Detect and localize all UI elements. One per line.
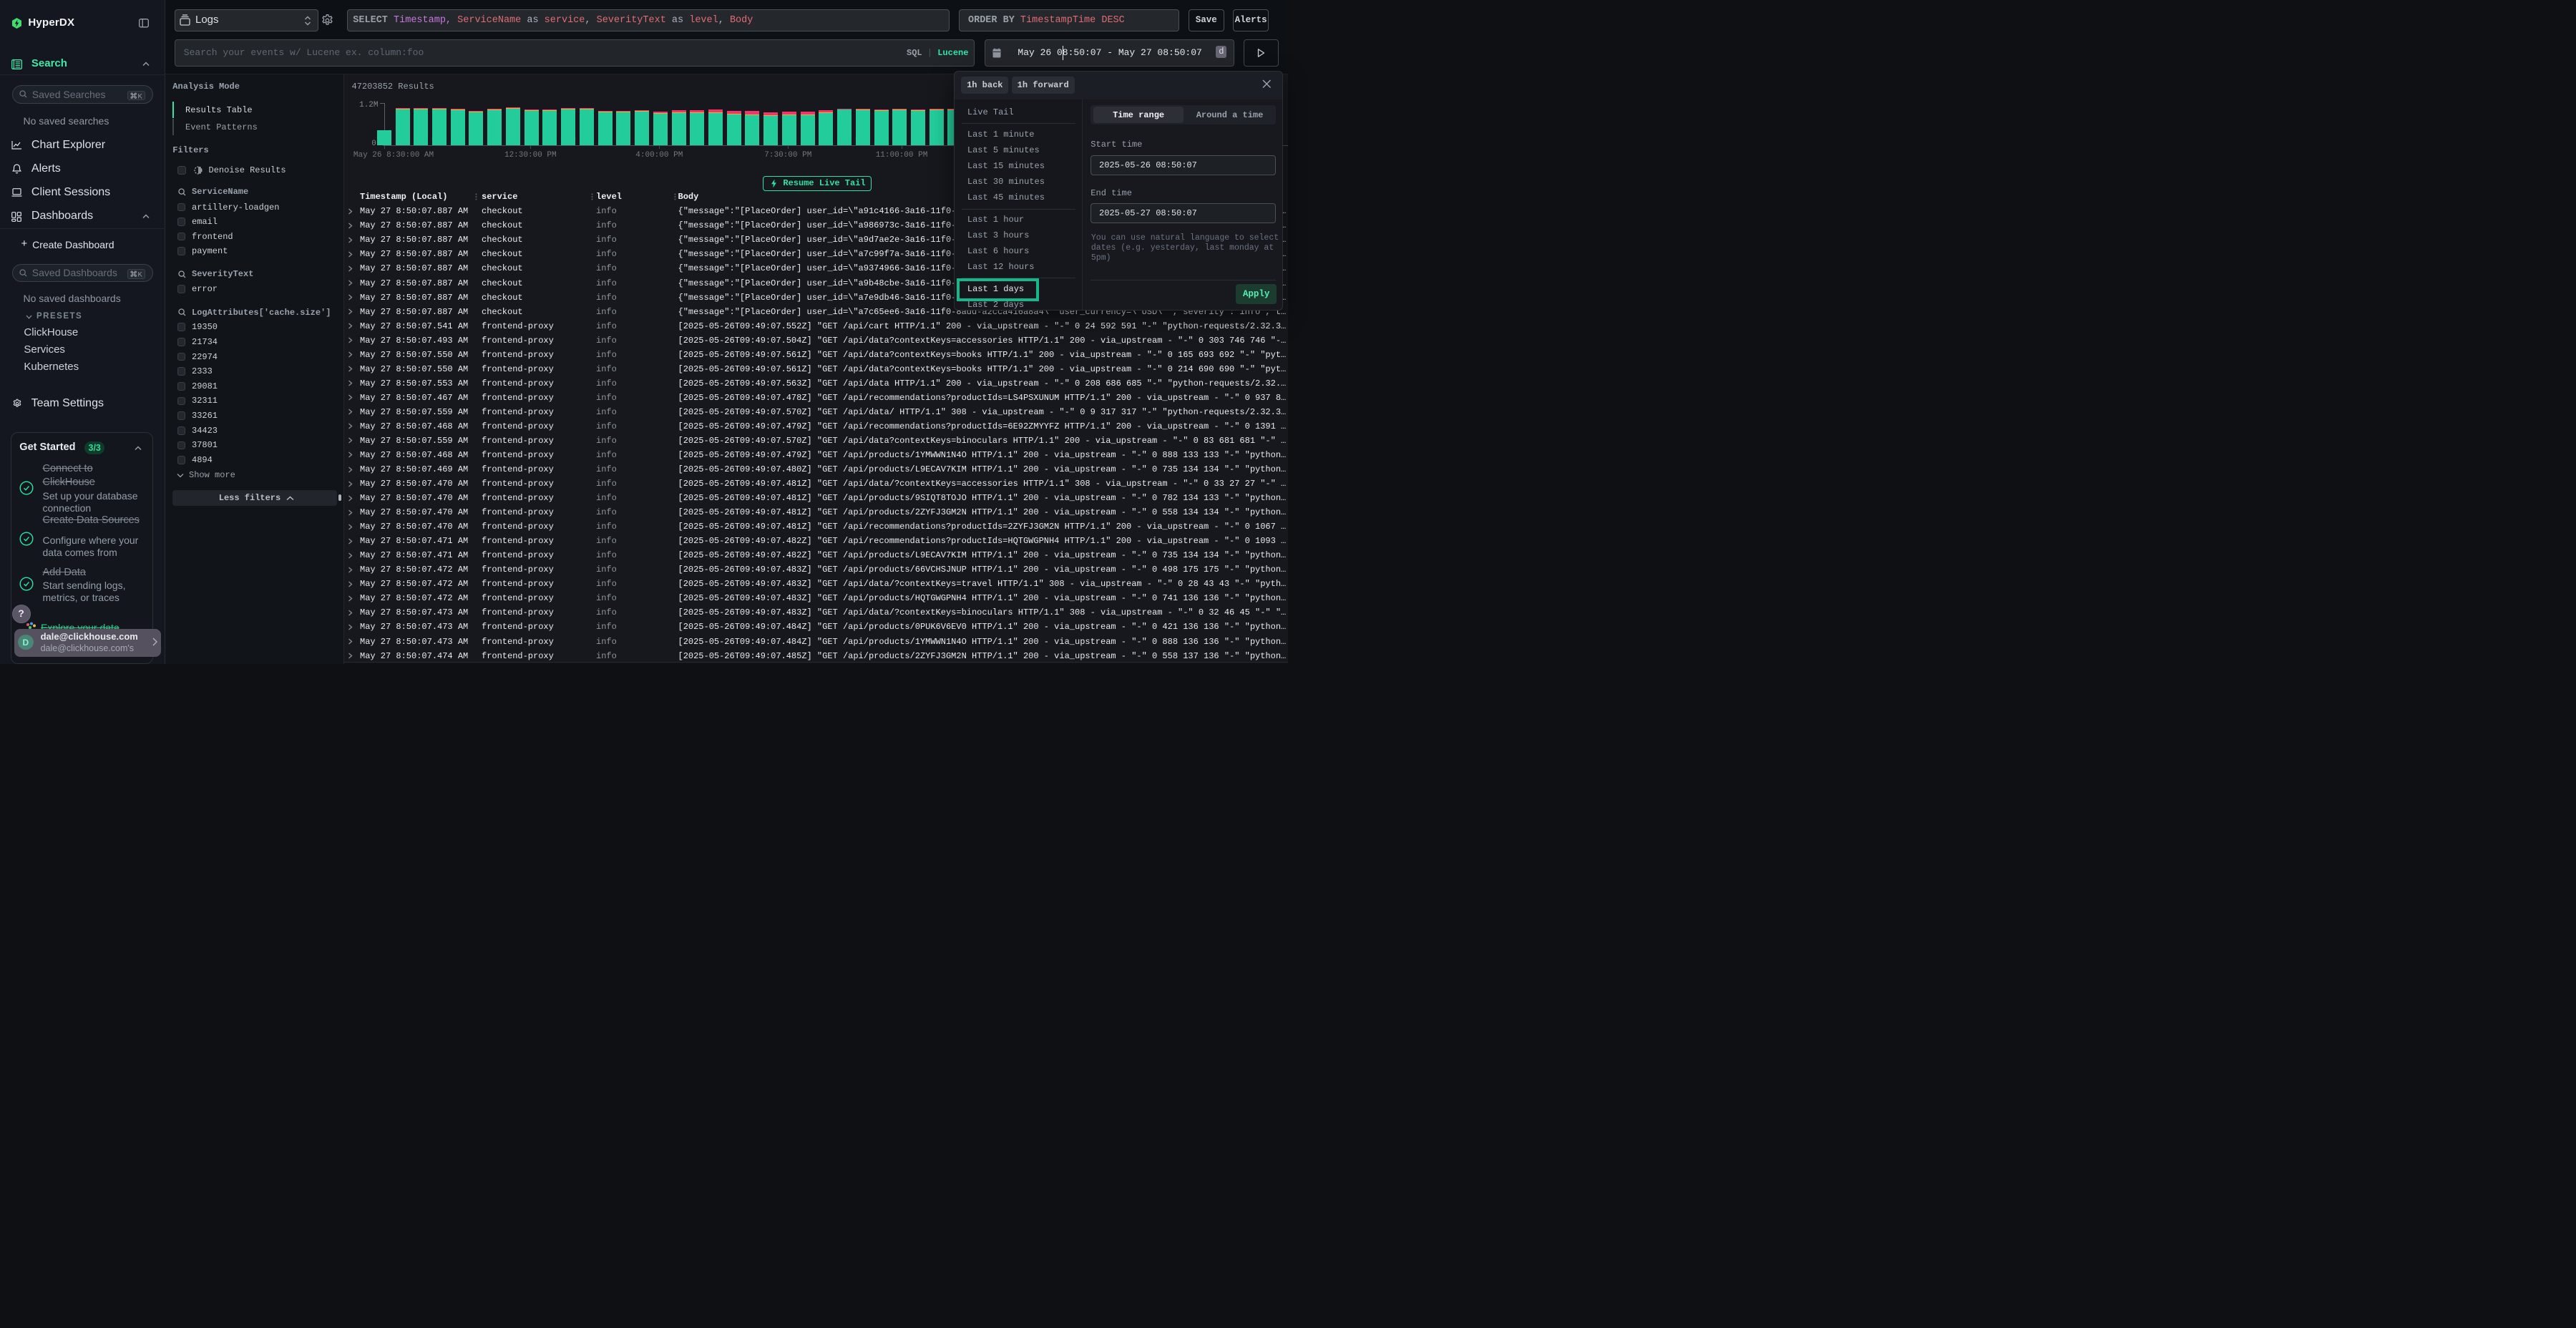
svg-text:K: K: [137, 271, 142, 278]
svg-text:K: K: [137, 92, 142, 99]
